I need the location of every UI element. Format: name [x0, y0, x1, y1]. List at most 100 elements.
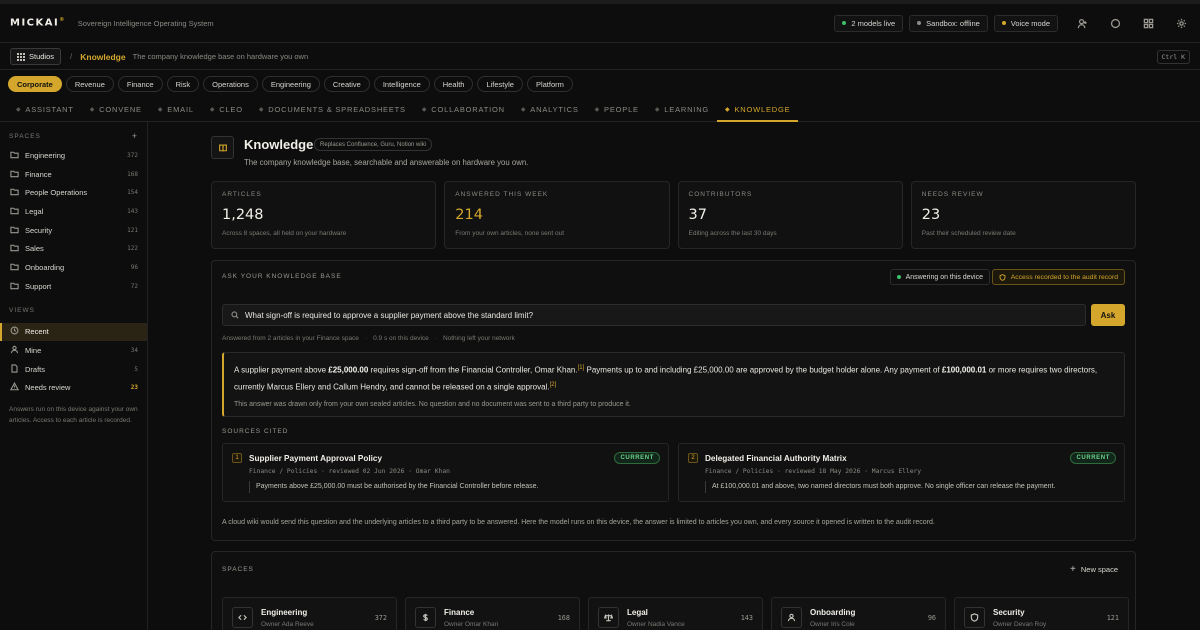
stat-card-needs-review[interactable]: NEEDS REVIEW 23 Past their scheduled rev… [910, 181, 1136, 249]
scales-icon [598, 607, 619, 628]
source-card[interactable]: 2 Delegated Financial Authority Matrix C… [678, 443, 1125, 502]
grid-icon[interactable] [1139, 14, 1157, 32]
tab-convene[interactable]: ◆ CONVENE [82, 98, 150, 121]
category-platform[interactable]: Platform [526, 76, 573, 92]
tab-people[interactable]: ◆ PEOPLE [587, 98, 647, 121]
space-card-owner: Owner Devan Roy [993, 621, 1047, 628]
source-path: Finance / Policies · reviewed 02 Jun 202… [249, 468, 450, 475]
sidebar-item-recent[interactable]: Recent [0, 322, 147, 342]
sandbox-status[interactable]: Sandbox: offline [909, 14, 988, 32]
spaces-panel: SPACES + New space Engineering Owner Ada R… [211, 551, 1136, 630]
spaces-heading: SPACES + [9, 131, 138, 141]
gear-icon[interactable] [1172, 14, 1190, 32]
source-number: 1 [232, 453, 242, 463]
sidebar-item-label: Needs review [25, 383, 71, 393]
tab-assistant[interactable]: ◆ ASSISTANT [8, 98, 82, 121]
user-icon [10, 345, 25, 356]
tab-collaboration[interactable]: ◆ COLLABORATION [414, 98, 513, 121]
category-engineering[interactable]: Engineering [261, 76, 320, 92]
views-heading: VIEWS [9, 307, 35, 314]
category-creative[interactable]: Creative [323, 76, 370, 92]
tab-learning[interactable]: ◆ LEARNING [647, 98, 717, 121]
sidebar-item-label: Finance [25, 169, 52, 179]
tab-cleo[interactable]: ◆ CLEO [202, 98, 251, 121]
studios-button[interactable]: Studios [10, 48, 62, 65]
category-finance[interactable]: Finance [117, 76, 163, 92]
folder-icon [10, 187, 25, 198]
brand-logo[interactable]: MICKAI® [10, 17, 66, 28]
sidebar-item-security[interactable]: Security 121 [0, 221, 147, 240]
cloud-comparison-note: A cloud wiki would send this question an… [222, 519, 935, 526]
voice-mode-toggle[interactable]: Voice mode [993, 14, 1058, 32]
space-card-onboarding[interactable]: Onboarding Owner Iris Cole 96 [771, 597, 946, 630]
sidebar-item-count: 168 [127, 170, 138, 178]
stat-card-contributors[interactable]: CONTRIBUTORS 37 Editing across the last … [677, 181, 903, 249]
category-lifestyle[interactable]: Lifestyle [477, 76, 523, 92]
audit-record-badge[interactable]: Access recorded to the audit record [991, 269, 1125, 285]
space-card-finance[interactable]: Finance Owner Omar Khan 168 [405, 597, 580, 630]
models-live-status[interactable]: 2 models live [834, 14, 904, 32]
ask-button[interactable]: Ask [1091, 304, 1125, 326]
sidebar-item-label: People Operations [25, 188, 88, 198]
ask-query-text: What sign-off is required to approve a s… [245, 310, 534, 320]
category-revenue[interactable]: Revenue [65, 76, 114, 92]
source-card[interactable]: 1 Supplier Payment Approval Policy CURRE… [222, 443, 669, 502]
stat-card-answered[interactable]: ANSWERED THIS WEEK 214 From your own art… [444, 181, 670, 249]
answer-note: This answer was drawn only from your own… [234, 401, 631, 409]
folder-icon [10, 150, 25, 161]
sidebar-item-people-operations[interactable]: People Operations 154 [0, 183, 147, 202]
space-card-legal[interactable]: Legal Owner Nadia Vance 143 [588, 597, 763, 630]
new-space-button[interactable]: + New space [1070, 564, 1118, 575]
tab-documents-and-spreadsheets[interactable]: ◆ DOCUMENTS & SPREADSHEETS [251, 98, 414, 121]
stat-card-articles[interactable]: ARTICLES 1,248 Across 8 spaces, all held… [211, 181, 437, 249]
space-card-engineering[interactable]: Engineering Owner Ada Reeve 372 [222, 597, 397, 630]
sidebar-item-engineering[interactable]: Engineering 372 [0, 146, 147, 165]
file-icon [10, 364, 25, 375]
ask-query-input[interactable]: What sign-off is required to approve a s… [222, 304, 1086, 326]
tab-dot-icon: ◆ [520, 107, 527, 113]
status-dot [917, 21, 922, 25]
sidebar-item-count: 34 [130, 347, 138, 355]
sidebar-item-onboarding[interactable]: Onboarding 96 [0, 258, 147, 277]
space-card-security[interactable]: Security Owner Devan Roy 121 [954, 597, 1129, 630]
sidebar-item-finance[interactable]: Finance 168 [0, 165, 147, 184]
user-icon[interactable] [1073, 14, 1091, 32]
tab-knowledge[interactable]: ◆ KNOWLEDGE [717, 98, 799, 122]
sidebar-item-needs-review[interactable]: Needs review 23 [0, 379, 147, 398]
source-number: 2 [688, 453, 698, 463]
sidebar-item-sales[interactable]: Sales 122 [0, 239, 147, 258]
source-quote: Payments above £25,000.00 must be author… [249, 481, 539, 493]
category-operations[interactable]: Operations [203, 76, 258, 92]
category-risk[interactable]: Risk [166, 76, 200, 92]
category-intelligence[interactable]: Intelligence [373, 76, 430, 92]
folder-icon [10, 262, 25, 273]
replaces-badge: Replaces Confluence, Guru, Notion wiki [314, 138, 433, 151]
folder-icon [10, 281, 25, 292]
page-subtitle: The company knowledge base, searchable a… [244, 158, 529, 167]
space-cards: Engineering Owner Ada Reeve 372 Finance Owne… [222, 597, 1129, 630]
breadcrumb-current[interactable]: Knowledge [80, 52, 125, 62]
sidebar-item-label: Recent [25, 327, 49, 337]
category-health[interactable]: Health [433, 76, 474, 92]
category-corporate[interactable]: Corporate [8, 76, 62, 92]
space-card-count: 143 [740, 614, 753, 622]
folder-icon [10, 206, 25, 217]
breadcrumb-description: The company knowledge base on hardware y… [132, 52, 309, 61]
add-space-button[interactable]: + [132, 131, 138, 141]
source-title[interactable]: Delegated Financial Authority Matrix [705, 454, 847, 463]
sidebar-item-support[interactable]: Support 72 [0, 277, 147, 296]
category-bar: Corporate Revenue Finance Risk Operations Eng… [0, 70, 1200, 98]
sidebar-item-legal[interactable]: Legal 143 [0, 202, 147, 221]
sidebar-item-mine[interactable]: Mine 34 [0, 341, 147, 360]
shield-icon [999, 273, 1006, 281]
command-palette-shortcut[interactable]: Ctrl K [1156, 49, 1190, 64]
circle-icon[interactable] [1106, 14, 1124, 32]
answer-box: A supplier payment above £25,000.00 requ… [222, 352, 1125, 417]
device-status-badge: Answering on this device [889, 269, 990, 285]
tab-analytics[interactable]: ◆ ANALYTICS [513, 98, 587, 121]
tab-email[interactable]: ◆ EMAIL [150, 98, 202, 121]
source-title[interactable]: Supplier Payment Approval Policy [249, 454, 382, 463]
citation-link-2[interactable]: [2] [550, 382, 557, 388]
sidebar-item-drafts[interactable]: Drafts 5 [0, 360, 147, 379]
answer-meta: Answered from 2 articles in your Finance… [222, 335, 515, 342]
